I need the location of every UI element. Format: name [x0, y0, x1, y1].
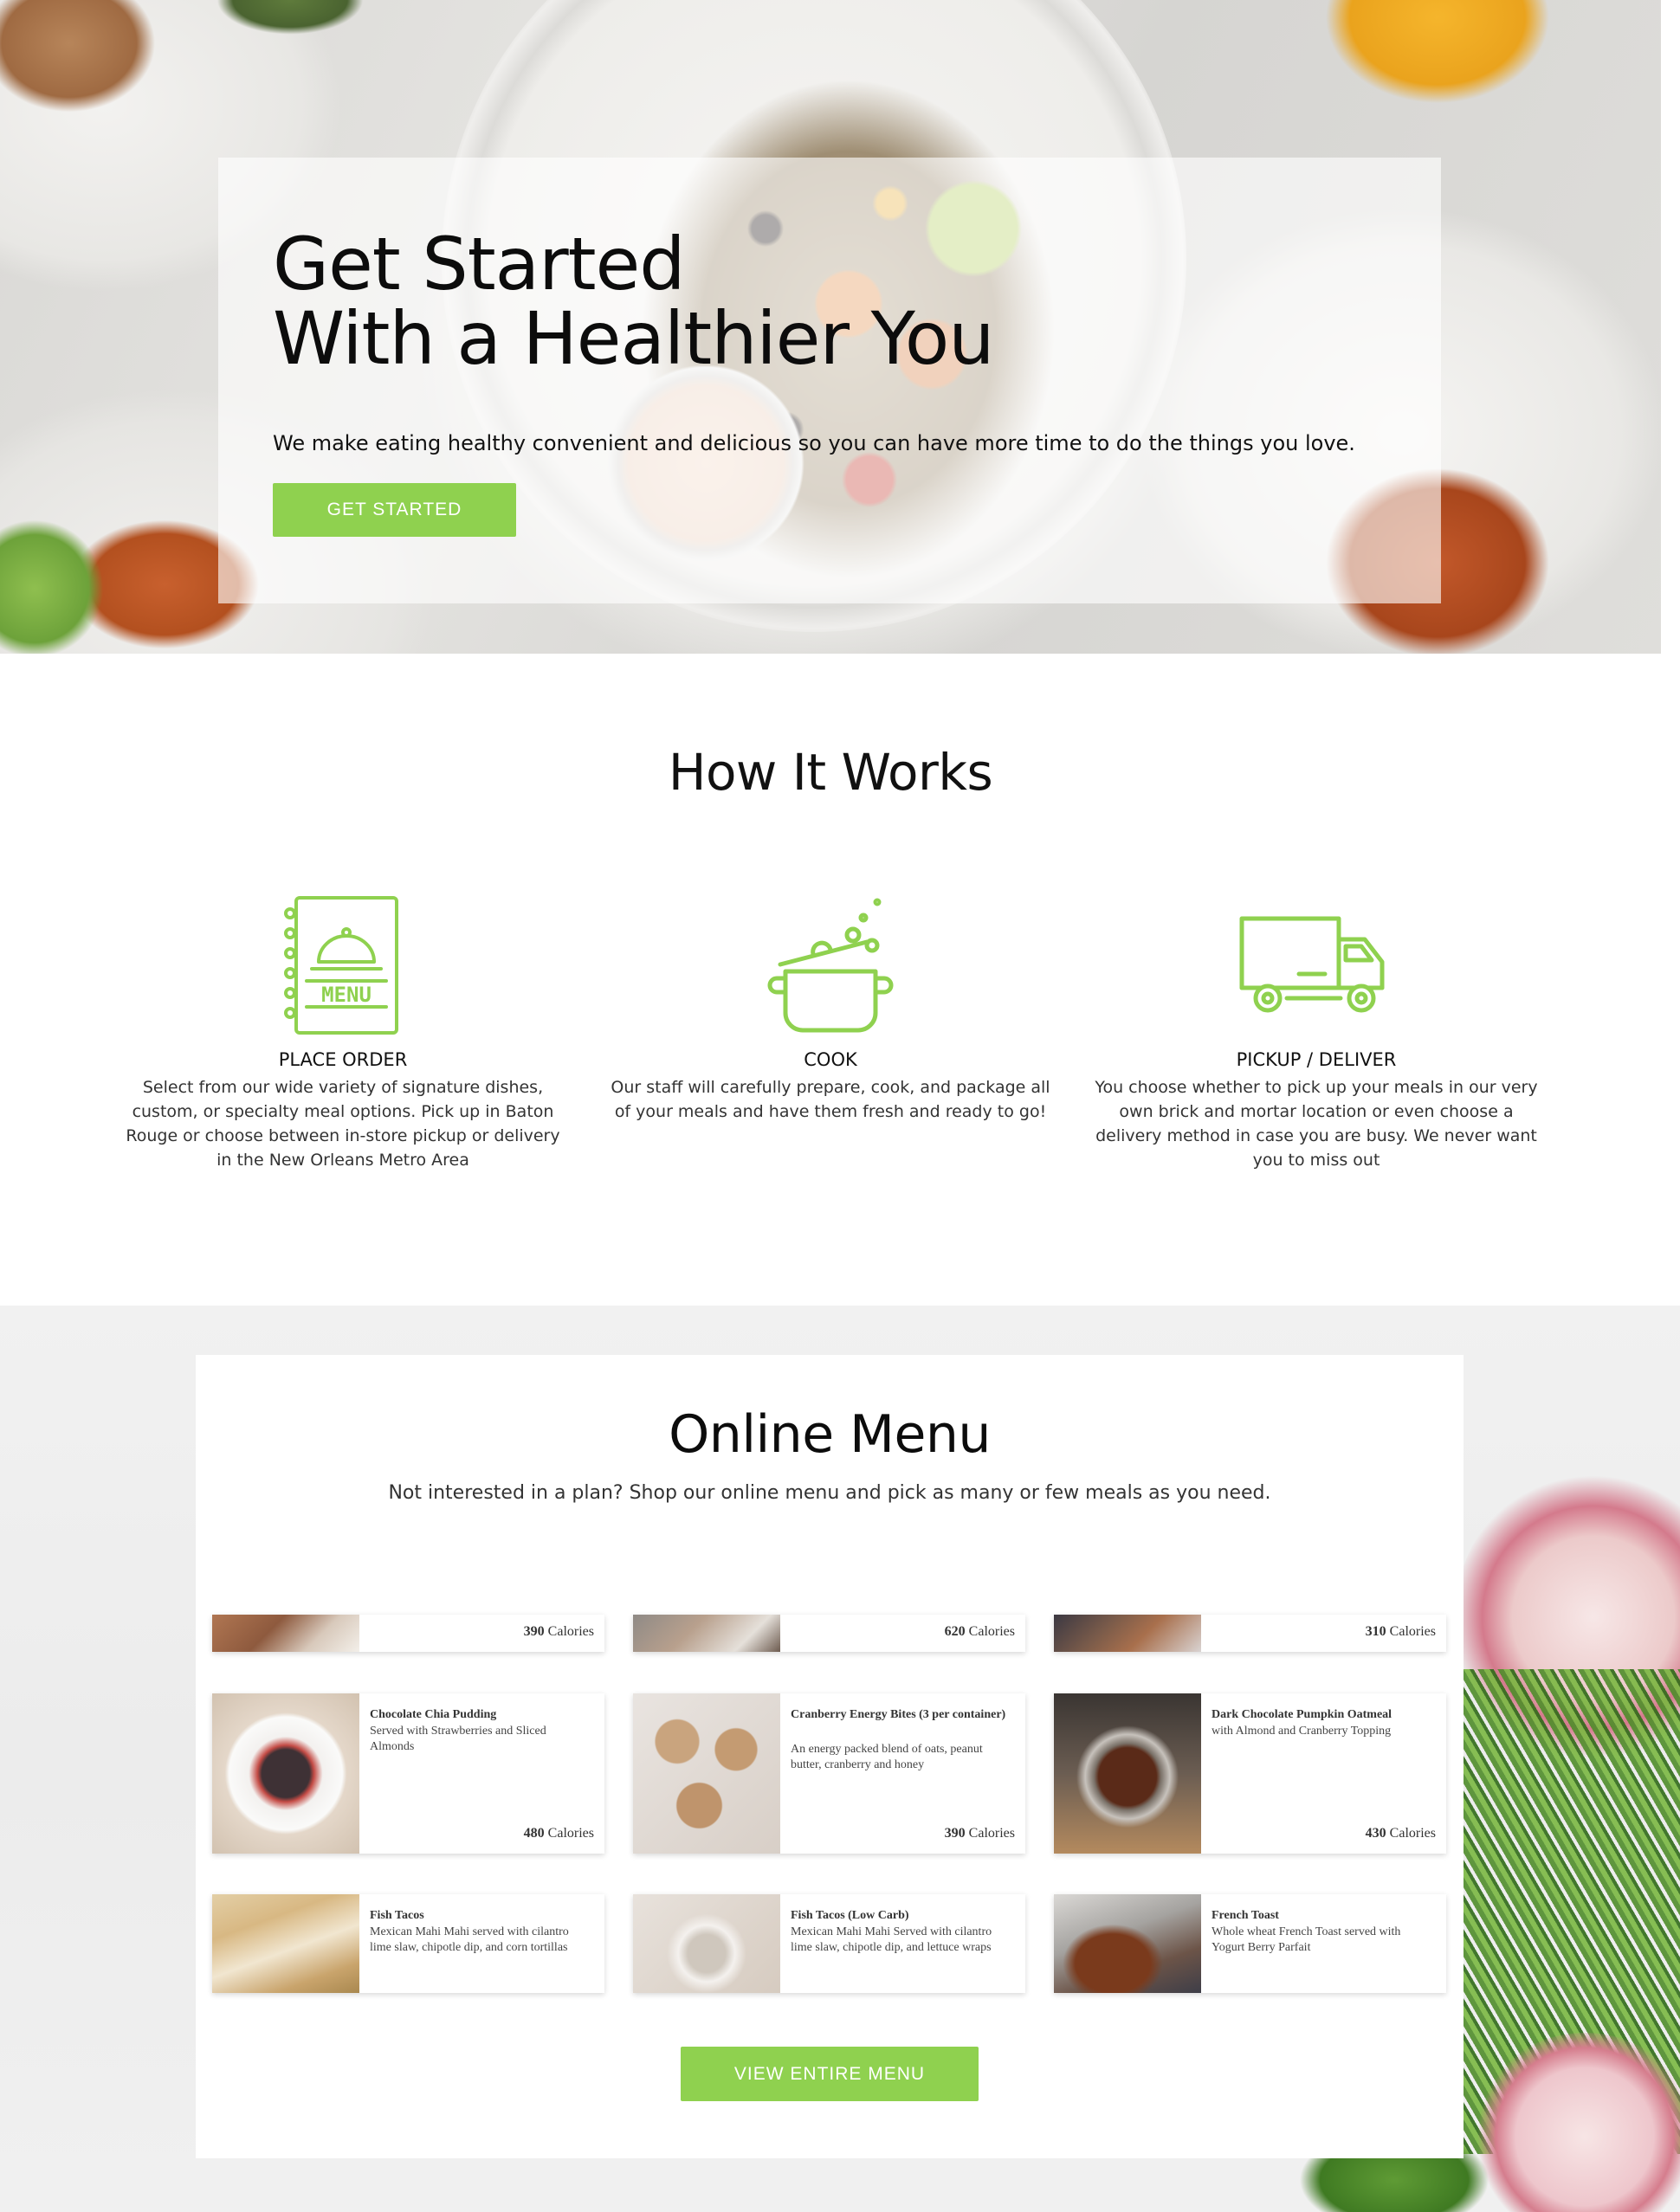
svg-text:MENU: MENU [321, 983, 372, 1007]
menu-item-card[interactable]: Dark Chocolate Pumpkin Oatmeal with Almo… [1054, 1693, 1446, 1854]
step-description: Select from our wide variety of signatur… [126, 1078, 560, 1170]
menu-item-description: Mexican Mahi Mahi Served with cilantro l… [791, 1925, 992, 1954]
menu-item-calories: 390 Calories [944, 1826, 1015, 1841]
menu-item-name: Cranberry Energy Bites (3 per container) [791, 1708, 1006, 1721]
menu-item-description: Whole wheat French Toast served with Yog… [1212, 1925, 1401, 1954]
menu-item-name: Fish Tacos (Low Carb) [791, 1909, 909, 1922]
step-description: Our staff will carefully prepare, cook, … [611, 1078, 1050, 1121]
menu-item-image [1054, 1693, 1201, 1854]
step-place-order: MENU PLACE ORDER Select from our wide va… [118, 892, 568, 1172]
menu-item-image [212, 1693, 359, 1854]
menu-item-calories: 310 Calories [1365, 1624, 1436, 1639]
menu-item-name: Chocolate Chia Pudding [370, 1708, 497, 1721]
menu-item-calories: 430 Calories [1365, 1826, 1436, 1841]
menu-item-description: Mexican Mahi Mahi served with cilantro l… [370, 1925, 569, 1954]
menu-item-description: with Almond and Cranberry Topping [1212, 1725, 1392, 1738]
menu-book-icon: MENU [118, 892, 568, 1039]
menu-item-image [633, 1693, 780, 1854]
menu-item-calories: 620 Calories [944, 1624, 1015, 1639]
how-it-works-title: How It Works [668, 743, 993, 802]
online-menu-subtitle: Not interested in a plan? Shop our onlin… [388, 1482, 1271, 1504]
step-title: PICKUP / DELIVER [1236, 1049, 1397, 1070]
hero-title: Get Started With a Healthier You [273, 222, 994, 381]
menu-item-card[interactable]: French Toast Whole wheat French Toast se… [1054, 1894, 1446, 1993]
menu-item-name: Dark Chocolate Pumpkin Oatmeal [1212, 1708, 1392, 1721]
view-entire-menu-button[interactable]: VIEW ENTIRE MENU [681, 2047, 979, 2101]
cooking-pot-icon [605, 892, 1056, 1039]
menu-item-image [212, 1894, 359, 1993]
step-cook: COOK Our staff will carefully prepare, c… [605, 892, 1056, 1124]
step-pickup-deliver: PICKUP / DELIVER You choose whether to p… [1091, 892, 1541, 1172]
menu-item-calories: 480 Calories [523, 1826, 594, 1841]
hero-subtitle: We make eating healthy convenient and de… [273, 431, 1355, 455]
get-started-button[interactable]: GET STARTED [273, 483, 516, 537]
menu-item-card[interactable]: Cranberry Energy Bites (3 per container)… [633, 1693, 1025, 1854]
menu-item-calories: 390 Calories [523, 1624, 594, 1639]
menu-item-image [1054, 1894, 1201, 1993]
step-title: PLACE ORDER [278, 1049, 408, 1070]
online-menu-title: Online Menu [669, 1404, 991, 1465]
menu-item-description: An energy packed blend of oats, peanut b… [791, 1743, 983, 1771]
menu-item-description: Served with Strawberries and Sliced Almo… [370, 1725, 546, 1753]
step-title: COOK [804, 1049, 857, 1070]
menu-item-card[interactable]: Chocolate Chia Pudding Served with Straw… [212, 1693, 604, 1854]
menu-item-card[interactable]: Fish Tacos Mexican Mahi Mahi served with… [212, 1894, 604, 1993]
menu-item-image [212, 1615, 359, 1652]
menu-item-name: French Toast [1212, 1909, 1279, 1922]
menu-item-name: Fish Tacos [370, 1909, 424, 1922]
menu-item-card[interactable]: 390 Calories [212, 1615, 604, 1652]
menu-item-card[interactable]: 310 Calories [1054, 1615, 1446, 1652]
step-description: You choose whether to pick up your meals… [1095, 1078, 1538, 1170]
menu-item-image [1054, 1615, 1201, 1652]
menu-item-image [633, 1615, 780, 1652]
menu-item-image [633, 1894, 780, 1993]
delivery-truck-icon [1091, 892, 1541, 1039]
menu-item-card[interactable]: Fish Tacos (Low Carb) Mexican Mahi Mahi … [633, 1894, 1025, 1993]
menu-item-card[interactable]: 620 Calories [633, 1615, 1025, 1652]
